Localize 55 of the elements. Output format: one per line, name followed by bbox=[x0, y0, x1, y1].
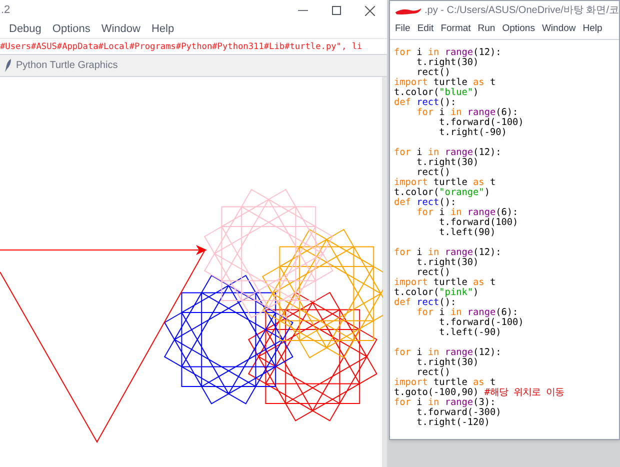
code-line: t.right(30) bbox=[416, 58, 479, 68]
code-line: for i in range(12): bbox=[394, 48, 502, 58]
error-text: #Users#ASUS#AppData#Local#Programs#Python#Python311#Lib#turtle.py", li bbox=[0, 40, 362, 52]
code-line: t.color("orange") bbox=[394, 188, 490, 198]
close-icon[interactable] bbox=[365, 6, 375, 16]
code-line: import turtle as t bbox=[394, 278, 496, 288]
window-title: .2 bbox=[0, 3, 10, 18]
code-editor[interactable] bbox=[390, 39, 619, 439]
code-line: t.right(30) bbox=[416, 358, 479, 368]
code-line: import turtle as t bbox=[394, 378, 496, 388]
code-line: t.forward(-300) bbox=[416, 408, 502, 418]
code-line: for i in range(12): bbox=[394, 148, 502, 158]
code-line: t.forward(-100) bbox=[438, 118, 524, 128]
code-line: import turtle as t bbox=[394, 178, 496, 188]
code-line: for i in range(3): bbox=[394, 398, 496, 408]
menu-item[interactable]: Run bbox=[478, 22, 496, 37]
code-line: for i in range(12): bbox=[394, 348, 502, 358]
code-line: t.right(30) bbox=[416, 158, 479, 168]
code-line: for i in range(6): bbox=[416, 308, 518, 318]
menu-item[interactable]: Format bbox=[440, 22, 471, 37]
code-line: t.left(90) bbox=[438, 228, 496, 238]
window-title: Python Turtle Graphics bbox=[16, 59, 118, 73]
code-line: t.goto(-100,90) #해당 위치로 이동 bbox=[394, 388, 564, 398]
code-line: t.right(-120) bbox=[416, 418, 490, 428]
code-line: t.color("blue") bbox=[394, 88, 479, 98]
code-line: rect() bbox=[416, 268, 450, 278]
menu-item[interactable]: Help bbox=[151, 21, 174, 38]
feather-icon bbox=[4, 59, 12, 72]
code-line: rect() bbox=[416, 68, 450, 78]
code-line: rect() bbox=[416, 168, 450, 178]
code-line: def rect(): bbox=[394, 198, 456, 208]
code-line: t.color("pink") bbox=[394, 288, 479, 298]
code-line: t.forward(100) bbox=[438, 218, 518, 228]
code-line: t.left(-90) bbox=[438, 328, 502, 338]
code-line: def rect(): bbox=[394, 98, 456, 108]
menu-item[interactable]: Options bbox=[52, 21, 90, 38]
menu-item[interactable]: Options bbox=[502, 22, 535, 37]
code-line: for i in range(12): bbox=[394, 248, 502, 258]
menu-item[interactable]: File bbox=[395, 22, 410, 37]
code-line: t.forward(-100) bbox=[438, 318, 524, 328]
menu-item[interactable]: Window bbox=[101, 21, 140, 38]
code-line: for i in range(6): bbox=[416, 208, 518, 218]
window-title: .py - C:/Users/ASUS/OneDrive/바탕 화면/코 bbox=[424, 4, 619, 18]
code-line: def rect(): bbox=[394, 298, 456, 308]
menu-item[interactable]: Debug bbox=[9, 21, 42, 38]
code-line: rect() bbox=[416, 368, 450, 378]
maximize-icon[interactable] bbox=[332, 6, 341, 15]
code-line: t.right(30) bbox=[416, 258, 479, 268]
menu-item[interactable]: Help bbox=[582, 22, 602, 37]
menu-item[interactable]: Edit bbox=[417, 22, 434, 37]
menu-item[interactable]: Window bbox=[542, 22, 576, 37]
scrollbar-track[interactable] bbox=[382, 77, 387, 467]
code-line: import turtle as t bbox=[394, 78, 496, 88]
code-line: for i in range(6): bbox=[416, 108, 518, 118]
code-line: t.right(-90) bbox=[438, 128, 507, 138]
